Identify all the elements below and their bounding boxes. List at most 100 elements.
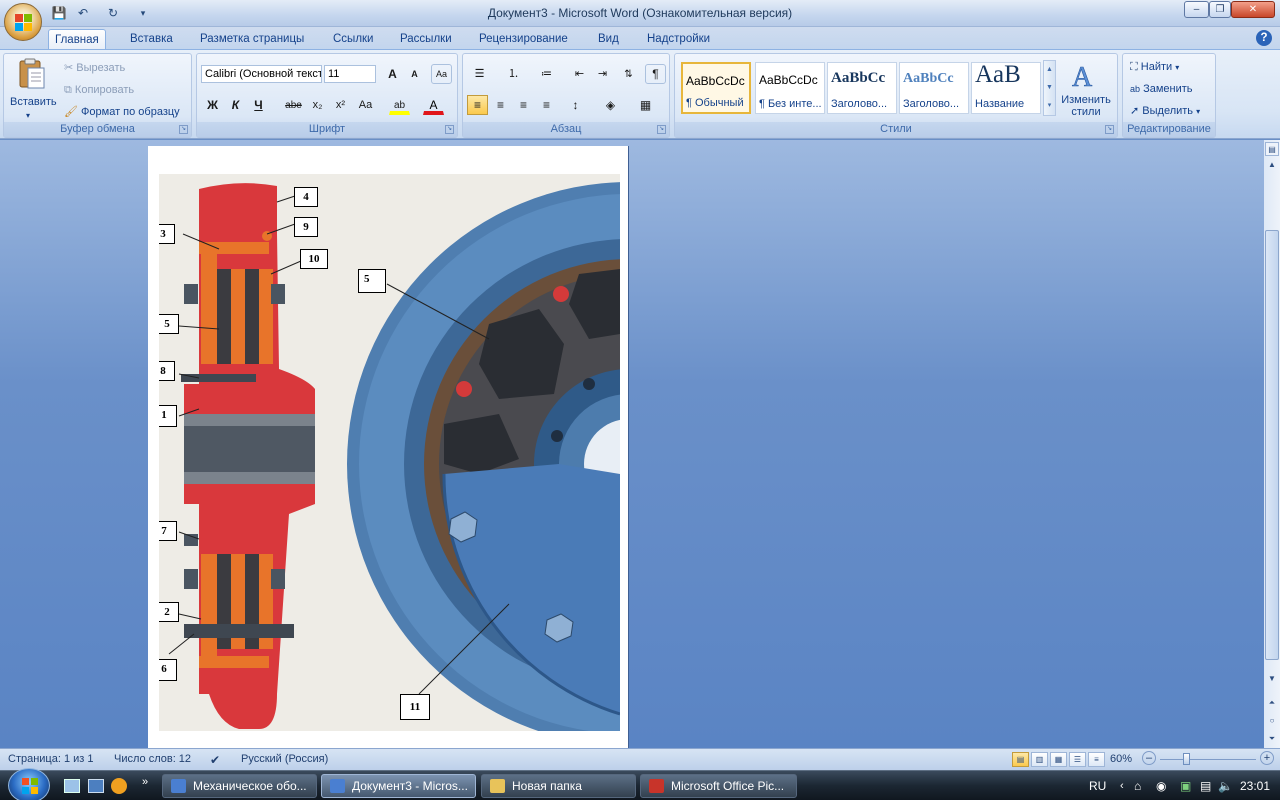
customize-quick-access-icon[interactable]: ▾ [134,4,152,22]
superscript-button[interactable]: x² [330,95,351,115]
scroll-thumb[interactable] [1265,230,1279,660]
scroll-up-icon[interactable]: ▲ [1265,158,1279,172]
volume-icon[interactable]: 🔈 [1218,771,1233,800]
ruler-toggle-icon[interactable]: ▤ [1265,142,1279,156]
styles-gallery-scroll[interactable]: ▲ ▼ ▾ [1043,60,1056,116]
minimize-button[interactable]: – [1184,1,1209,18]
strikethrough-button[interactable]: abe [283,95,304,115]
draft-icon[interactable]: ≡ [1088,752,1105,767]
decrease-indent-icon[interactable]: ⇤ [569,64,590,84]
start-button[interactable] [8,768,50,800]
line-spacing-icon[interactable]: ↕ [565,95,586,115]
show-marks-button[interactable]: ¶ [645,64,666,84]
multilevel-list-icon[interactable]: ≔ [536,64,557,84]
bold-button[interactable]: Ж [202,95,223,115]
tab-view[interactable]: Вид [592,29,625,50]
brake-diagram-image[interactable]: 4 9 3 10 5 5 8 1 7 2 6 11 [159,174,620,731]
tray-app-icon[interactable]: ▣ [1180,771,1191,800]
style-no-spacing[interactable]: AaBbCcDc ¶ Без инте... [755,62,825,114]
sort-icon[interactable]: ⇅ [618,64,639,84]
redo-icon[interactable]: ↻ [104,4,122,22]
change-styles-button[interactable]: Изменить стили [1061,94,1111,118]
show-desktop-icon[interactable] [64,779,80,793]
print-layout-icon[interactable]: ▤ [1012,752,1029,767]
overflow-chevron-icon[interactable]: » [142,776,148,788]
office-button[interactable] [4,3,42,41]
zoom-slider-track[interactable] [1160,759,1256,760]
proofing-icon[interactable]: ✔ [210,753,220,767]
full-screen-reading-icon[interactable]: ▥ [1031,752,1048,767]
taskbar-item[interactable]: Механическое обо... [162,774,317,798]
style-heading-2[interactable]: AaBbCc Заголово... [899,62,969,114]
zoom-level[interactable]: 60% [1110,753,1132,765]
increase-indent-icon[interactable]: ⇥ [592,64,613,84]
align-left-icon[interactable]: ≡ [467,95,488,115]
clear-format-button[interactable]: Aa [431,64,452,84]
switch-windows-icon[interactable] [88,779,104,793]
zoom-slider-thumb[interactable] [1183,753,1190,765]
page-count[interactable]: Страница: 1 из 1 [8,753,94,765]
tab-insert[interactable]: Вставка [124,29,179,50]
select-button[interactable]: ➚ Выделить ▾ [1130,103,1200,120]
change-case-button[interactable]: Aa [355,95,376,115]
antivirus-icon[interactable]: ◉ [1156,771,1166,800]
language-indicator[interactable]: Русский (Россия) [241,753,328,765]
underline-button[interactable]: Ч [248,95,269,115]
tab-home[interactable]: Главная [48,29,106,50]
previous-page-icon[interactable]: ⏶ [1265,696,1279,710]
close-button[interactable]: ✕ [1231,1,1275,18]
tab-review[interactable]: Рецензирование [473,29,574,50]
taskbar-item[interactable]: Microsoft Office Pic... [640,774,797,798]
outline-icon[interactable]: ☰ [1069,752,1086,767]
document-page[interactable]: 4 9 3 10 5 5 8 1 7 2 6 11 [148,146,628,748]
justify-icon[interactable]: ≡ [536,95,557,115]
font-launcher-icon[interactable]: ↘ [445,125,454,134]
scroll-down-icon[interactable]: ▼ [1265,672,1279,686]
paragraph-launcher-icon[interactable]: ↘ [657,125,666,134]
italic-button[interactable]: К [225,95,246,115]
borders-icon[interactable]: ▦ [635,95,656,115]
save-icon[interactable]: 💾 [50,4,68,22]
format-painter-button[interactable]: 🖌 Формат по образцу [64,104,180,120]
style-heading-1[interactable]: AaBbCc Заголово... [827,62,897,114]
align-center-icon[interactable]: ≡ [490,95,511,115]
tab-addins[interactable]: Надстройки [641,29,716,50]
grow-font-button[interactable]: A [382,64,403,84]
next-page-icon[interactable]: ⏷ [1265,732,1279,746]
highlight-button[interactable]: ab [389,95,410,115]
style-normal[interactable]: AaBbCcDc ¶ Обычный [681,62,751,114]
browse-object-icon[interactable]: ○ [1265,714,1279,728]
clipboard-launcher-icon[interactable]: ↘ [179,125,188,134]
undo-icon[interactable]: ↶ [74,4,92,22]
tab-page-layout[interactable]: Разметка страницы [194,29,310,50]
styles-launcher-icon[interactable]: ↘ [1105,125,1114,134]
shading-icon[interactable]: ◈ [600,95,621,115]
media-player-icon[interactable] [111,778,127,794]
network-icon[interactable]: ⌂ [1134,771,1141,800]
bullets-icon[interactable]: ☰ [469,64,490,84]
connection-icon[interactable]: ▤ [1200,771,1211,800]
maximize-button[interactable]: ❐ [1209,1,1231,18]
numbering-icon[interactable]: ⒈ [503,64,524,84]
paste-button[interactable]: Вставить [10,94,57,110]
font-name-box[interactable]: Calibri (Основной текст) [201,65,322,83]
copy-button[interactable]: ⧉ Копировать [64,82,134,98]
align-right-icon[interactable]: ≡ [513,95,534,115]
tray-expand-icon[interactable]: ‹ [1120,771,1124,800]
web-layout-icon[interactable]: ▦ [1050,752,1067,767]
help-icon[interactable]: ? [1256,30,1272,46]
font-color-button[interactable]: A [423,95,444,115]
shrink-font-button[interactable]: A [404,64,425,84]
vertical-scrollbar[interactable]: ▤ ▲ ▼ ⏶ ○ ⏷ [1264,140,1280,748]
style-title[interactable]: AaB Название [971,62,1041,114]
font-size-box[interactable]: 11 [324,65,376,83]
zoom-in-icon[interactable]: + [1260,751,1274,765]
tab-references[interactable]: Ссылки [327,29,380,50]
word-count[interactable]: Число слов: 12 [114,753,191,765]
find-button[interactable]: ⛶ Найти ▾ [1130,59,1179,76]
language-bar[interactable]: RU [1089,771,1106,800]
clock[interactable]: 23:01 [1240,771,1270,800]
taskbar-item[interactable]: Новая папка [481,774,636,798]
subscript-button[interactable]: x₂ [307,95,328,115]
zoom-out-icon[interactable]: – [1142,751,1156,765]
